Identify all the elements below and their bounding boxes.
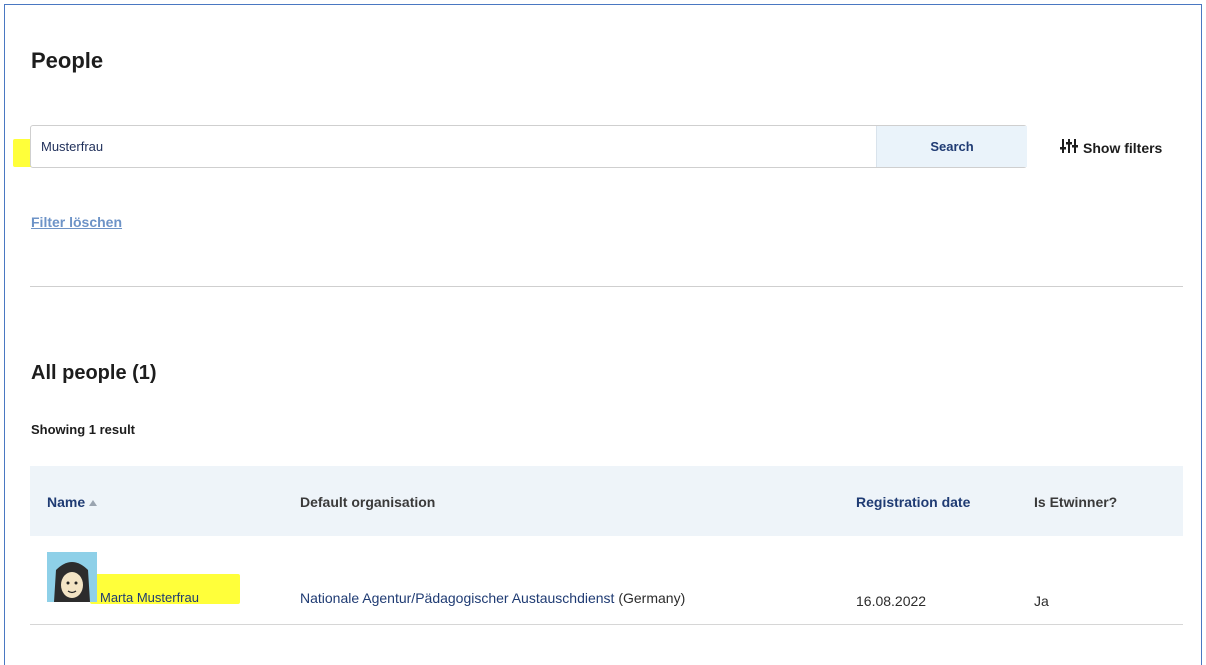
column-header-organisation: Default organisation (300, 494, 436, 510)
row-divider (30, 624, 1183, 625)
column-header-registration-date[interactable]: Registration date (856, 494, 970, 510)
sort-up-icon (88, 494, 98, 510)
search-button[interactable]: Search (876, 126, 1027, 167)
table-header: Name Default organisation Registration d… (30, 466, 1183, 536)
sliders-icon (1060, 138, 1078, 157)
column-header-is-etwinner: Is Etwinner? (1034, 494, 1118, 510)
column-header-name[interactable]: Name (47, 494, 98, 510)
organisation-link[interactable]: Nationale Agentur/Pädagogischer Austausc… (300, 590, 614, 606)
clear-filter-link[interactable]: Filter löschen (31, 214, 122, 230)
result-count: Showing 1 result (31, 422, 136, 437)
registration-date-cell: 16.08.2022 (856, 593, 927, 609)
show-filters-button[interactable]: Show filters (1060, 138, 1162, 157)
show-filters-label: Show filters (1083, 139, 1163, 156)
user-avatar-icon[interactable] (47, 552, 97, 602)
organisation-country: (Germany) (618, 590, 686, 606)
column-header-name-label: Name (47, 494, 86, 510)
is-etwinner-cell: Ja (1034, 593, 1049, 609)
search-bar: Search (30, 125, 1027, 168)
organisation-cell: Nationale Agentur/Pädagogischer Austausc… (300, 590, 685, 606)
results-title: All people (1) (31, 362, 157, 384)
page-title: People (31, 48, 104, 73)
window-frame (4, 4, 1202, 665)
person-name-link[interactable]: Marta Musterfrau (100, 590, 199, 605)
search-input[interactable] (41, 126, 871, 167)
divider (30, 286, 1183, 287)
